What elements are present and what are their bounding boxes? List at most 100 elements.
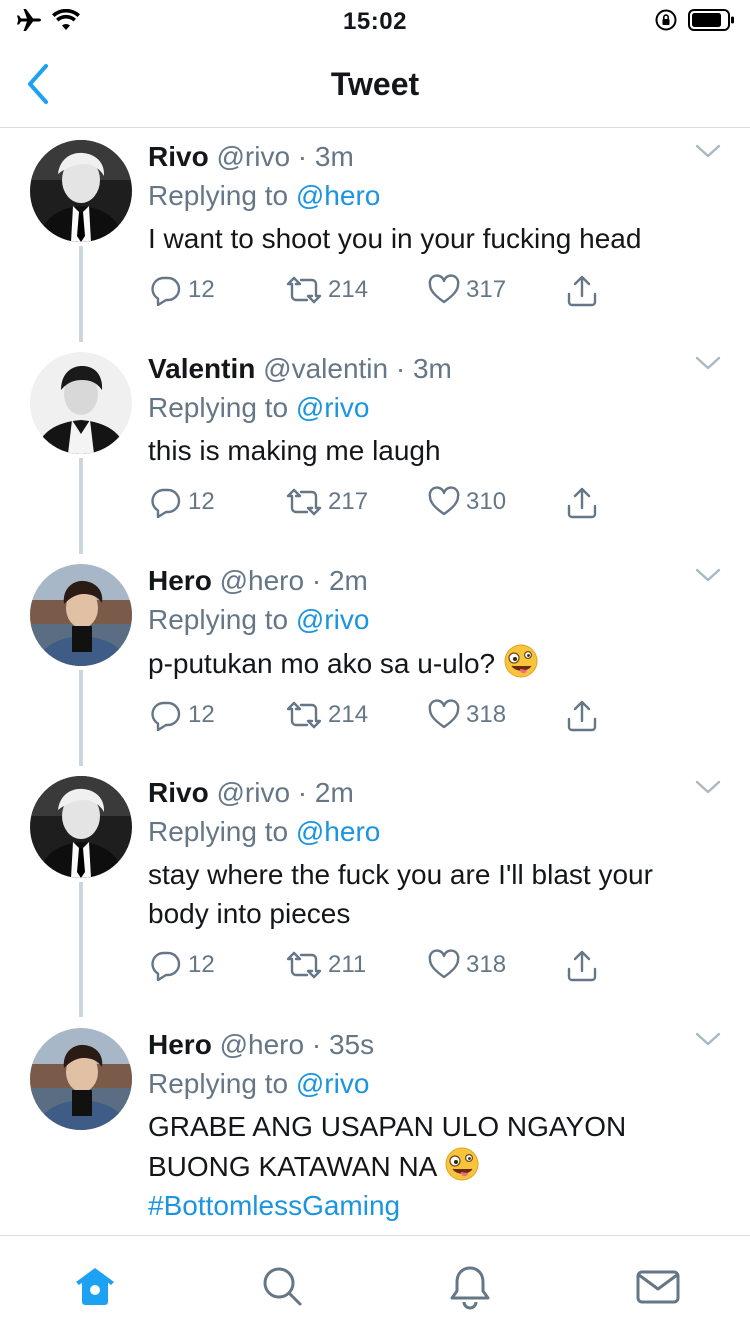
replying-label: Replying to (148, 392, 289, 423)
reply-button[interactable]: 12 (150, 699, 215, 731)
zany-face-emoji (503, 643, 539, 679)
reply-icon (150, 486, 182, 518)
display-name[interactable]: Rivo (148, 777, 209, 808)
tweet-text: p-putukan mo ako sa u-ulo? (148, 643, 730, 683)
bell-icon[interactable] (446, 1262, 494, 1310)
retweet-count: 214 (328, 276, 369, 303)
tweet-thread[interactable]: Rivo @rivo · 3m Replying to @hero I want… (0, 129, 750, 1235)
tweet-text-line: stay where the fuck you are I'll blast y… (148, 859, 653, 890)
tweet[interactable]: Hero @hero · 35s Replying to @rivo GRABE… (0, 1025, 750, 1235)
avatar[interactable] (30, 140, 132, 242)
username[interactable]: @valentin (263, 353, 388, 384)
chevron-down-icon[interactable] (694, 1029, 722, 1049)
timestamp: 3m (412, 353, 452, 384)
separator-dot: · (311, 565, 322, 596)
avatar[interactable] (30, 776, 132, 878)
tweet-text-line-with-emoji: BUONG KATAWAN NA (148, 1146, 730, 1186)
display-name[interactable]: Hero (148, 565, 212, 596)
replying-label: Replying to (148, 180, 289, 211)
retweet-button[interactable]: 214 (286, 274, 368, 306)
retweet-button[interactable]: 211 (286, 949, 366, 981)
mail-icon[interactable] (634, 1262, 682, 1310)
status-time: 15:02 (343, 8, 407, 35)
share-button[interactable] (566, 274, 598, 308)
tweet[interactable]: Rivo @rivo · 2m Replying to @hero stay w… (0, 773, 750, 1013)
reply-count: 12 (188, 701, 215, 728)
retweet-button[interactable]: 217 (286, 486, 368, 518)
tweet-header: Hero @hero · 2m (148, 561, 730, 601)
zany-face-emoji (444, 1146, 480, 1182)
share-icon (566, 274, 598, 308)
replying-to: Replying to @rivo (148, 389, 730, 427)
tweet-actions: 12 211 318 (148, 949, 730, 989)
timestamp: 35s (328, 1029, 375, 1060)
mention-link[interactable]: @hero (296, 180, 380, 211)
retweet-icon (286, 274, 322, 306)
mention-link[interactable]: @rivo (296, 1068, 370, 1099)
username[interactable]: @hero (220, 1029, 304, 1060)
search-icon[interactable] (258, 1262, 306, 1310)
tweet-header: Valentin @valentin · 3m (148, 349, 730, 389)
heart-icon (428, 486, 460, 518)
mention-link[interactable]: @rivo (296, 392, 370, 423)
share-button[interactable] (566, 486, 598, 520)
mention-link[interactable]: @rivo (296, 604, 370, 635)
reply-icon (150, 274, 182, 306)
tweet-header: Rivo @rivo · 3m (148, 137, 730, 177)
retweet-icon (286, 949, 322, 981)
tweet-text-line: BUONG KATAWAN NA (148, 1151, 436, 1182)
tweet[interactable]: Hero @hero · 2m Replying to @rivo p-putu… (0, 561, 750, 761)
reply-count: 12 (188, 276, 215, 303)
like-button[interactable]: 318 (428, 699, 506, 731)
tweet-actions: 12 214 317 (148, 274, 730, 314)
like-button[interactable]: 318 (428, 949, 506, 981)
like-count: 310 (466, 488, 507, 515)
replying-to: Replying to @hero (148, 813, 730, 851)
share-icon (566, 486, 598, 520)
share-button[interactable] (566, 699, 598, 733)
reply-icon (150, 949, 182, 981)
chevron-down-icon[interactable] (694, 565, 722, 585)
reply-count: 12 (188, 488, 215, 515)
heart-icon (428, 949, 460, 981)
username[interactable]: @hero (220, 565, 304, 596)
username[interactable]: @rivo (216, 777, 290, 808)
chevron-down-icon[interactable] (694, 777, 722, 797)
chevron-down-icon[interactable] (694, 141, 722, 161)
hashtag-link[interactable]: #BottomlessGaming (148, 1186, 730, 1225)
tweet-text-line: GRABE ANG USAPAN ULO NGAYON (148, 1111, 627, 1142)
like-count: 318 (466, 701, 507, 728)
display-name[interactable]: Rivo (148, 141, 209, 172)
reply-icon (150, 699, 182, 731)
tweet-text-line: body into pieces (148, 898, 351, 929)
home-icon[interactable] (71, 1262, 119, 1310)
mention-link[interactable]: @hero (296, 816, 380, 847)
tab-bar (0, 1235, 750, 1334)
username[interactable]: @rivo (216, 141, 290, 172)
tweet-header: Hero @hero · 35s (148, 1025, 730, 1065)
tweet[interactable]: Rivo @rivo · 3m Replying to @hero I want… (0, 137, 750, 337)
replying-to: Replying to @rivo (148, 1065, 730, 1103)
share-button[interactable] (566, 949, 598, 983)
like-button[interactable]: 317 (428, 274, 506, 306)
display-name[interactable]: Hero (148, 1029, 212, 1060)
reply-count: 12 (188, 951, 215, 978)
like-button[interactable]: 310 (428, 486, 506, 518)
heart-icon (428, 274, 460, 306)
retweet-button[interactable]: 214 (286, 699, 368, 731)
reply-button[interactable]: 12 (150, 274, 215, 306)
retweet-count: 211 (328, 951, 367, 978)
avatar[interactable] (30, 352, 132, 454)
retweet-count: 214 (328, 701, 369, 728)
separator-dot: · (297, 141, 308, 172)
avatar[interactable] (30, 1028, 132, 1130)
replying-to: Replying to @hero (148, 177, 730, 215)
reply-button[interactable]: 12 (150, 949, 215, 981)
replying-label: Replying to (148, 816, 289, 847)
avatar[interactable] (30, 564, 132, 666)
retweet-icon (286, 486, 322, 518)
chevron-down-icon[interactable] (694, 353, 722, 373)
tweet[interactable]: Valentin @valentin · 3m Replying to @riv… (0, 349, 750, 549)
reply-button[interactable]: 12 (150, 486, 215, 518)
display-name[interactable]: Valentin (148, 353, 255, 384)
